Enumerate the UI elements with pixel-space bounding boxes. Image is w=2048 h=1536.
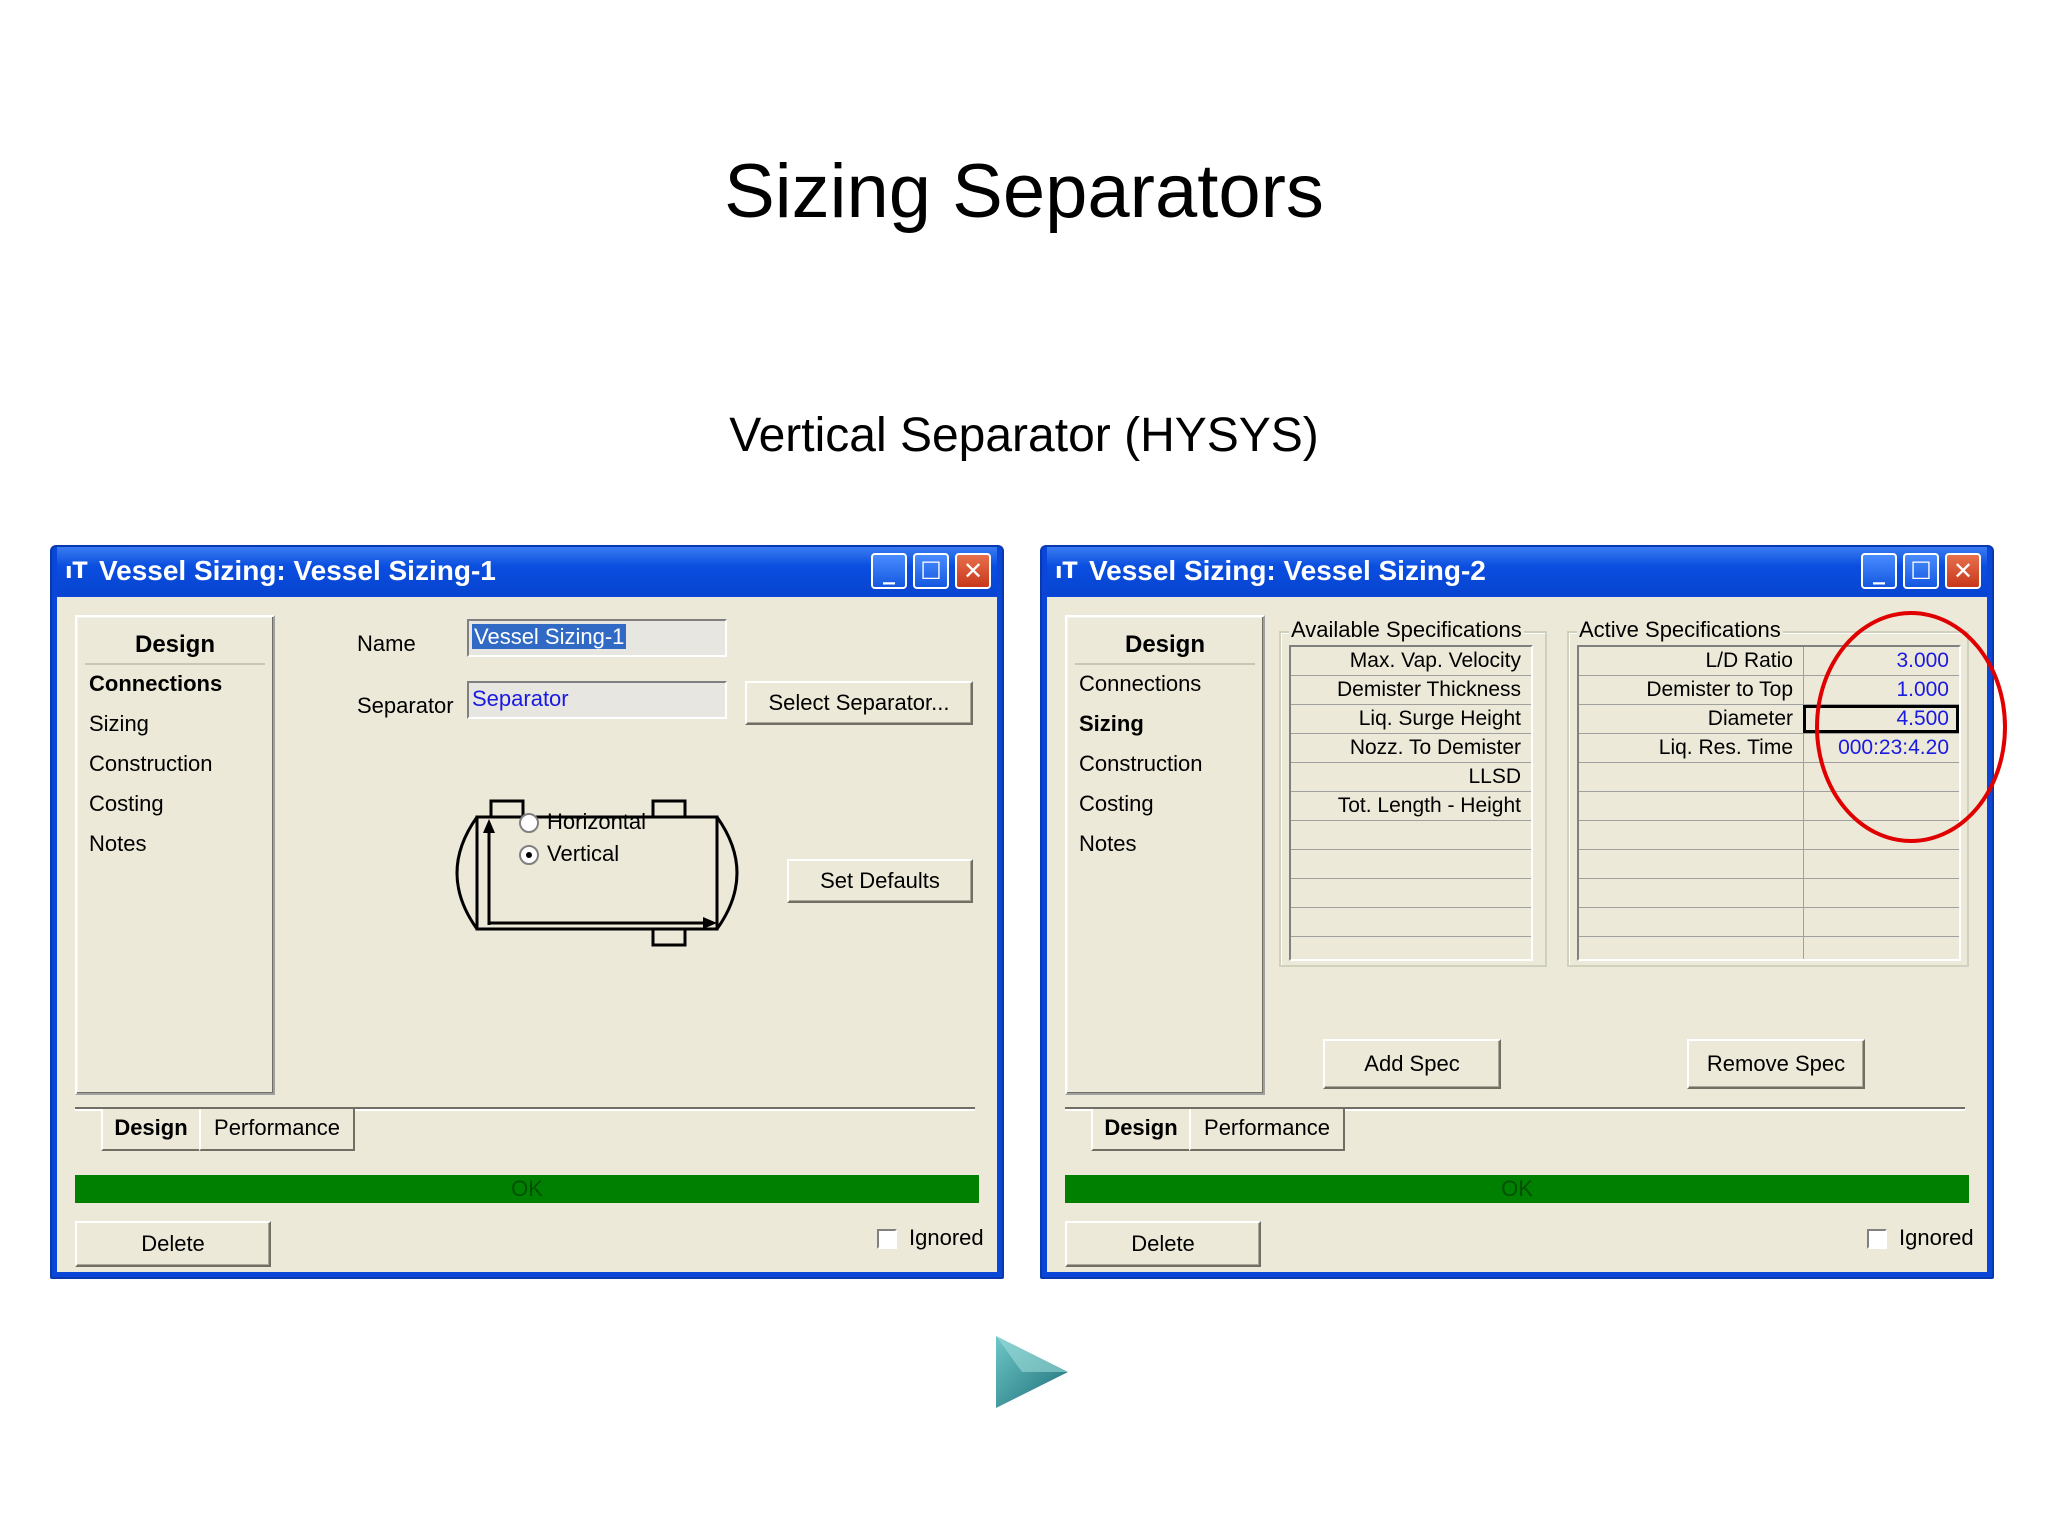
design-nav-panel: Design Connections Sizing Construction C… xyxy=(1065,615,1265,1095)
minimize-icon[interactable]: _ xyxy=(1861,553,1897,589)
nav-item-construction[interactable]: Construction xyxy=(89,751,213,777)
nav-item-sizing[interactable]: Sizing xyxy=(89,711,149,737)
remove-spec-button[interactable]: Remove Spec xyxy=(1687,1039,1865,1089)
vertical-label: Vertical xyxy=(547,841,620,866)
ignored-checkbox[interactable] xyxy=(1867,1229,1887,1249)
delete-button[interactable]: Delete xyxy=(75,1221,271,1267)
ignored-label: Ignored xyxy=(1899,1225,1974,1250)
list-item[interactable]: LLSD xyxy=(1291,763,1531,792)
empty-row xyxy=(1291,821,1531,850)
close-icon[interactable]: ✕ xyxy=(1945,553,1981,589)
window-2-title: Vessel Sizing: Vessel Sizing-2 xyxy=(1089,555,1486,586)
nav-header: Design xyxy=(1075,625,1255,665)
radio-horizontal[interactable] xyxy=(519,813,539,833)
play-arrow-icon[interactable] xyxy=(992,1332,1072,1412)
ignored-checkbox[interactable] xyxy=(877,1229,897,1249)
hysys-app-icon: ıT xyxy=(65,559,88,584)
available-spec-name: Nozz. To Demister xyxy=(1349,736,1521,759)
window-1-title: Vessel Sizing: Vessel Sizing-1 xyxy=(99,555,496,586)
window-2-client: Design Connections Sizing Construction C… xyxy=(1047,597,2007,1272)
spec-name: Liq. Res. Time xyxy=(1658,736,1793,759)
ignored-label: Ignored xyxy=(909,1225,984,1250)
tab-performance[interactable]: Performance xyxy=(1189,1109,1345,1151)
available-spec-name: Tot. Length - Height xyxy=(1337,794,1521,817)
tab-design[interactable]: Design xyxy=(101,1109,199,1151)
tab-design[interactable]: Design xyxy=(1091,1109,1189,1151)
available-spec-name: Liq. Surge Height xyxy=(1358,707,1521,730)
status-ok-bar: OK xyxy=(1065,1175,1969,1203)
nav-header: Design xyxy=(85,625,265,665)
separator-label: Separator xyxy=(357,693,454,718)
slide-title: Sizing Separators xyxy=(724,149,1324,234)
vessel-sizing-window-1: ıT Vessel Sizing: Vessel Sizing-1 _ ☐ ✕ … xyxy=(50,545,1004,1279)
design-nav-panel: Design Connections Sizing Construction C… xyxy=(75,615,275,1095)
set-defaults-button[interactable]: Set Defaults xyxy=(787,859,973,903)
spec-name: L/D Ratio xyxy=(1705,649,1793,672)
list-item[interactable]: Liq. Surge Height xyxy=(1291,705,1531,734)
list-item[interactable]: Demister Thickness xyxy=(1291,676,1531,705)
close-icon[interactable]: ✕ xyxy=(955,553,991,589)
empty-row xyxy=(1291,908,1531,937)
available-spec-name: Demister Thickness xyxy=(1337,678,1521,701)
nav-item-notes[interactable]: Notes xyxy=(89,831,146,857)
tab-performance[interactable]: Performance xyxy=(199,1109,355,1151)
active-specs-label: Active Specifications xyxy=(1577,617,1783,643)
list-item[interactable]: Nozz. To Demister xyxy=(1291,734,1531,763)
slide-subtitle: Vertical Separator (HYSYS) xyxy=(729,409,1319,462)
select-separator-button[interactable]: Select Separator... xyxy=(745,681,973,725)
empty-row xyxy=(1291,879,1531,908)
spec-name: Demister to Top xyxy=(1646,678,1793,701)
available-specs-list[interactable]: Max. Vap. Velocity Demister Thickness Li… xyxy=(1289,645,1533,961)
window-1-titlebar[interactable]: ıT Vessel Sizing: Vessel Sizing-1 _ ☐ ✕ xyxy=(57,547,997,595)
window-1-client: Design Connections Sizing Construction C… xyxy=(57,597,997,1272)
empty-row xyxy=(1579,879,1959,908)
available-specs-label: Available Specifications xyxy=(1289,617,1524,643)
horizontal-label: Horizontal xyxy=(547,809,647,834)
separator-field[interactable]: Separator xyxy=(467,681,727,719)
available-spec-name: LLSD xyxy=(1468,765,1521,788)
maximize-icon[interactable]: ☐ xyxy=(913,553,949,589)
nav-item-costing[interactable]: Costing xyxy=(89,791,164,817)
minimize-icon[interactable]: _ xyxy=(871,553,907,589)
nav-item-construction[interactable]: Construction xyxy=(1079,751,1203,777)
maximize-icon[interactable]: ☐ xyxy=(1903,553,1939,589)
list-item[interactable]: Tot. Length - Height xyxy=(1291,792,1531,821)
available-specs-group: Available Specifications Max. Vap. Veloc… xyxy=(1279,617,1547,967)
nav-item-connections[interactable]: Connections xyxy=(1079,671,1201,697)
radio-vertical[interactable] xyxy=(519,845,539,865)
name-label: Name xyxy=(357,631,416,656)
empty-row xyxy=(1579,850,1959,879)
status-ok-bar: OK xyxy=(75,1175,979,1203)
name-value: Vessel Sizing-1 xyxy=(472,624,627,649)
empty-row xyxy=(1579,908,1959,937)
nav-item-sizing[interactable]: Sizing xyxy=(1079,711,1144,737)
name-field[interactable]: Vessel Sizing-1 xyxy=(467,619,727,657)
nav-item-costing[interactable]: Costing xyxy=(1079,791,1154,817)
delete-button[interactable]: Delete xyxy=(1065,1221,1261,1267)
vessel-sizing-window-2: ıT Vessel Sizing: Vessel Sizing-2 _ ☐ ✕ … xyxy=(1040,545,2007,1279)
window-2-titlebar[interactable]: ıT Vessel Sizing: Vessel Sizing-2 _ ☐ ✕ xyxy=(1047,547,1987,595)
nav-item-notes[interactable]: Notes xyxy=(1079,831,1136,857)
add-spec-button[interactable]: Add Spec xyxy=(1323,1039,1501,1089)
nav-item-connections[interactable]: Connections xyxy=(89,671,222,697)
list-item[interactable]: Max. Vap. Velocity xyxy=(1291,647,1531,676)
hysys-app-icon: ıT xyxy=(1055,559,1078,584)
available-spec-name: Max. Vap. Velocity xyxy=(1349,649,1521,672)
spec-name: Diameter xyxy=(1707,707,1793,730)
annotation-circle xyxy=(1815,611,2007,843)
empty-row xyxy=(1291,850,1531,879)
